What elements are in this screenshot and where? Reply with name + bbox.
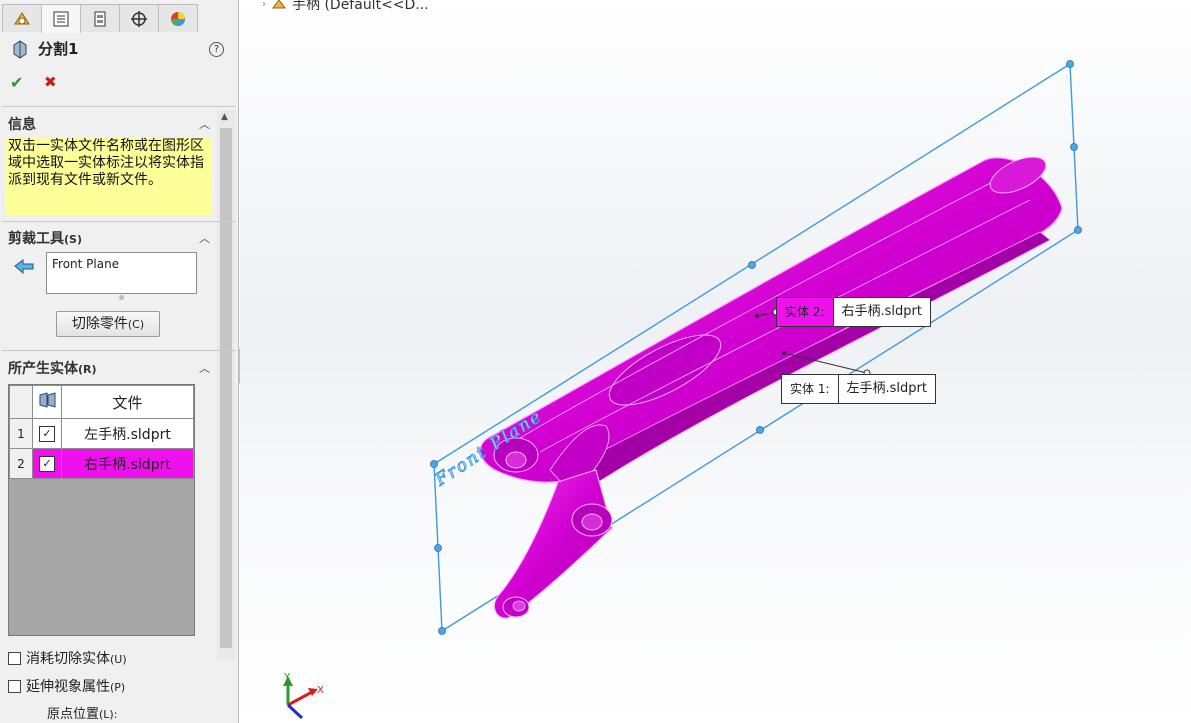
row-file-name[interactable]: 右手柄.sldprt bbox=[61, 448, 194, 479]
resize-handle[interactable] bbox=[119, 295, 124, 300]
body-callout-label: 实体 1: bbox=[782, 375, 839, 403]
table-header-row: 文件 bbox=[9, 385, 194, 419]
panel-scrollbar[interactable]: ▲ bbox=[217, 110, 235, 660]
table-row[interactable]: 1 ✓ 左手柄.sldprt bbox=[9, 418, 194, 449]
resulting-bodies-section-title[interactable]: 所产生实体(R) bbox=[8, 358, 97, 378]
propagate-visual-properties-option[interactable]: 延伸视象属性(P) bbox=[8, 676, 125, 696]
table-corner bbox=[9, 385, 33, 419]
tab-property-manager[interactable] bbox=[41, 4, 81, 33]
consume-cut-bodies-option[interactable]: 消耗切除实体(U) bbox=[8, 648, 127, 668]
body-callout-1[interactable]: 实体 1: 左手柄.sldprt bbox=[781, 374, 936, 404]
ok-button[interactable]: ✔ bbox=[10, 73, 23, 92]
select-column-header[interactable] bbox=[32, 385, 62, 419]
table-row-selected[interactable]: 2 ✓ 右手柄.sldprt bbox=[9, 448, 194, 479]
property-manager-panel: 分割1 ? ✔ ✖ 信息 ︿ 双击一实体文件名称或在图形区域中选取一实体标注以将… bbox=[0, 0, 239, 723]
property-manager-icon bbox=[53, 11, 69, 27]
split-feature-icon bbox=[13, 39, 27, 59]
display-manager-icon bbox=[171, 11, 185, 26]
row-number: 1 bbox=[9, 418, 33, 449]
handle-body[interactable] bbox=[479, 150, 1063, 619]
configuration-manager-icon bbox=[94, 11, 106, 26]
graphics-area[interactable]: › 手柄 (Default<<D... Front Plane Y X 实体 2… bbox=[240, 0, 1191, 723]
chevron-up-icon[interactable]: ︿ bbox=[199, 116, 210, 132]
row-file-name[interactable]: 左手柄.sldprt bbox=[61, 418, 194, 449]
body-callout-file[interactable]: 左手柄.sldprt bbox=[839, 375, 935, 403]
resulting-bodies-table: 文件 1 ✓ 左手柄.sldprt 2 ✓ 右手柄.sldprt bbox=[8, 384, 195, 636]
trim-tool-selection-box[interactable]: Front Plane bbox=[46, 252, 197, 294]
cancel-button[interactable]: ✖ bbox=[44, 73, 57, 91]
body-callout-2[interactable]: 实体 2: 右手柄.sldprt bbox=[776, 297, 931, 327]
trim-tool-icon bbox=[13, 258, 35, 278]
crosshair-icon bbox=[131, 10, 147, 27]
feature-manager-icon bbox=[14, 11, 30, 24]
manager-tabs bbox=[0, 0, 238, 33]
consume-cut-bodies-checkbox[interactable] bbox=[8, 651, 21, 665]
tab-dimxpert-manager[interactable] bbox=[119, 4, 159, 32]
help-icon[interactable]: ? bbox=[209, 42, 224, 57]
row-checkbox-cell[interactable]: ✓ bbox=[32, 418, 62, 449]
divider bbox=[2, 221, 236, 222]
chevron-up-icon[interactable]: ︿ bbox=[199, 360, 210, 376]
propagate-visual-properties-checkbox[interactable] bbox=[8, 679, 21, 693]
split-bodies-icon bbox=[39, 392, 56, 408]
view-triad[interactable]: Y X bbox=[283, 672, 324, 720]
model-view: Front Plane Y X bbox=[283, 60, 1082, 720]
scrollbar-thumb[interactable] bbox=[220, 128, 232, 648]
body-callout-file[interactable]: 右手柄.sldprt bbox=[834, 298, 930, 326]
divider bbox=[2, 350, 236, 351]
tab-configuration-manager[interactable] bbox=[80, 4, 120, 32]
info-section-title[interactable]: 信息 bbox=[8, 114, 36, 134]
row-number: 2 bbox=[9, 448, 33, 479]
checkbox[interactable]: ✓ bbox=[39, 426, 55, 442]
divider bbox=[2, 106, 236, 107]
feature-title: 分割1 bbox=[10, 38, 78, 59]
info-message: 双击一实体文件名称或在图形区域中选取一实体标注以将实体指派到现有文件或新文件。 bbox=[5, 138, 212, 215]
triad-y-label: Y bbox=[283, 672, 291, 683]
cut-part-button[interactable]: 切除零件(C) bbox=[56, 311, 160, 337]
body-callout-label: 实体 2: bbox=[777, 298, 834, 326]
file-column-header[interactable]: 文件 bbox=[61, 385, 194, 419]
chevron-up-icon[interactable]: ︿ bbox=[199, 230, 210, 246]
tab-feature-manager[interactable] bbox=[2, 4, 42, 32]
scroll-up-icon[interactable]: ▲ bbox=[221, 112, 228, 122]
tab-display-manager[interactable] bbox=[158, 4, 198, 32]
triad-x-label: X bbox=[317, 685, 324, 696]
origin-location-label: 原点位置(L): bbox=[47, 707, 118, 722]
trim-tools-section-title[interactable]: 剪裁工具(S) bbox=[8, 228, 82, 248]
checkbox[interactable]: ✓ bbox=[39, 456, 55, 472]
feature-name: 分割1 bbox=[38, 40, 79, 58]
row-checkbox-cell[interactable]: ✓ bbox=[32, 448, 62, 479]
